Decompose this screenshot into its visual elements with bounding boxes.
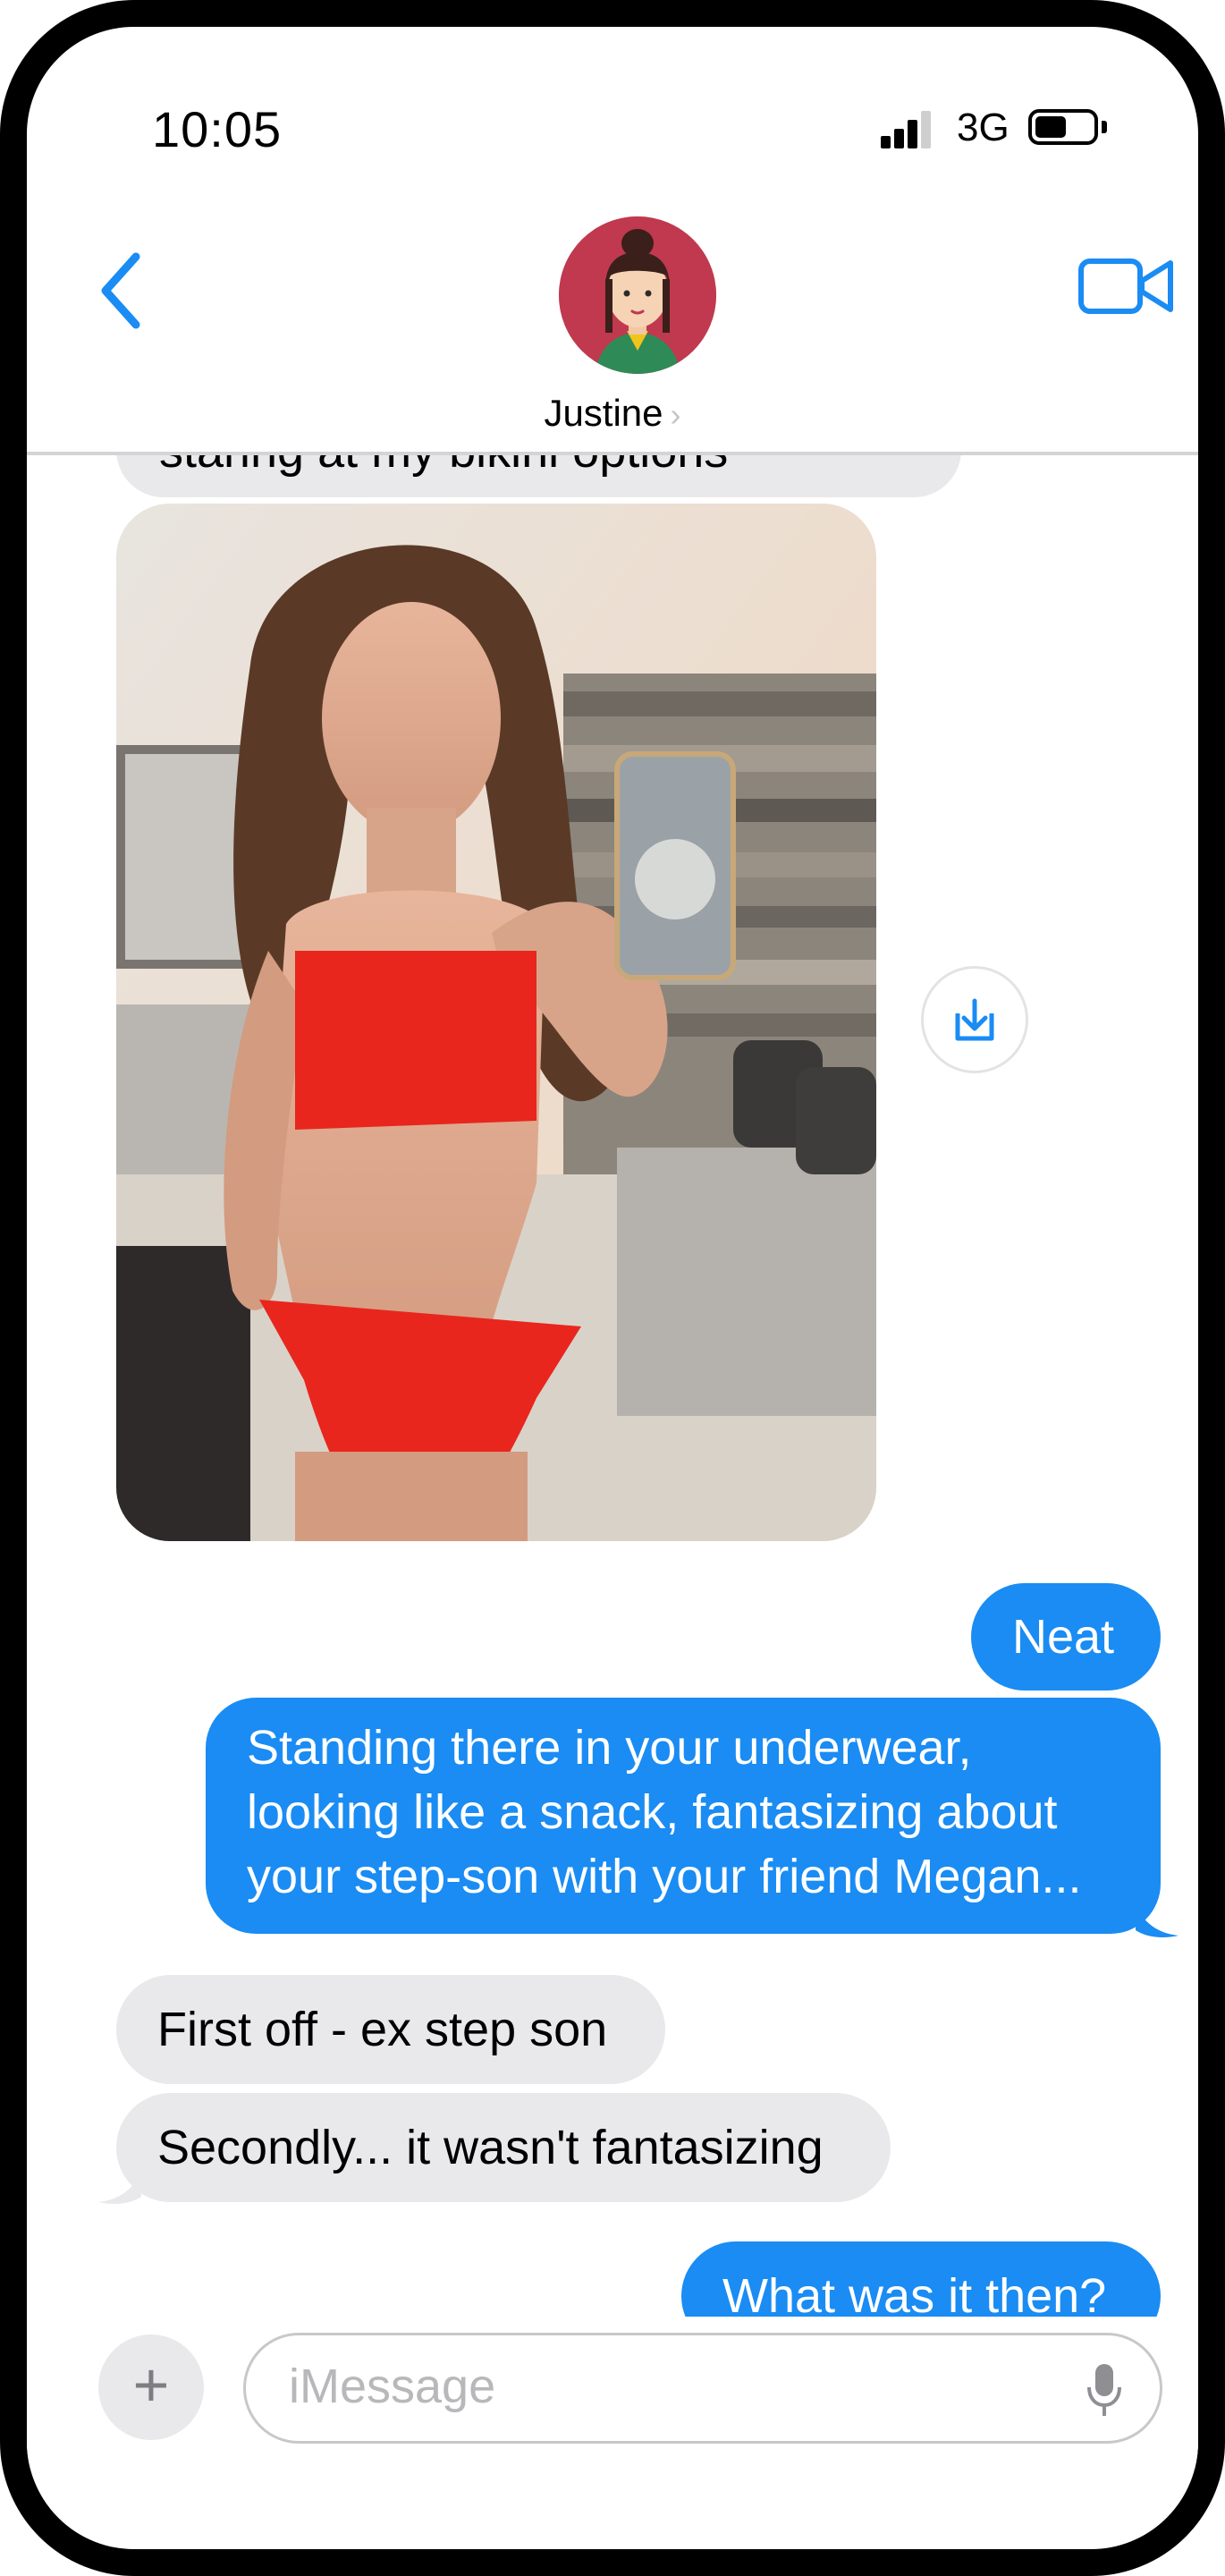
message-text: First off - ex step son [157, 2003, 608, 2056]
conversation-header: Justine › [27, 206, 1198, 455]
plus-icon: + [132, 2350, 170, 2419]
microphone-icon[interactable] [1086, 2362, 1122, 2419]
bubble-tail [1136, 1905, 1179, 1937]
save-photo-button[interactable] [921, 966, 1028, 1073]
network-type: 3G [957, 106, 1010, 149]
status-bar: 10:05 3G [27, 27, 1198, 206]
message-incoming: Secondly... it wasn't fantasizing [116, 2093, 891, 2202]
message-outgoing-partial: What was it then? [681, 2241, 1161, 2317]
message-line: Standing there in your underwear, [247, 1721, 972, 1775]
phone-frame: staring at my bikini options [0, 0, 1225, 2576]
message-input-placeholder: iMessage [289, 2360, 496, 2413]
chevron-left-icon[interactable] [89, 246, 161, 335]
avatar[interactable] [559, 216, 716, 374]
message-outgoing: Standing there in your underwear, lookin… [206, 1698, 1161, 1934]
bubble-tail [98, 2172, 141, 2204]
battery-cap [1102, 121, 1107, 133]
save-photo-icon [955, 998, 994, 1041]
contact-name: Justine [544, 392, 663, 434]
message-text: Neat [1012, 1610, 1115, 1664]
message-incoming: First off - ex step son [116, 1975, 665, 2084]
message-text: What was it then? [722, 2269, 1107, 2317]
message-line: your step-son with your friend Megan... [247, 1850, 1082, 1903]
battery-icon [1028, 109, 1098, 145]
contact-name-row[interactable]: Justine › [27, 392, 1198, 435]
photo-image [116, 504, 876, 1541]
incoming-photo[interactable] [116, 504, 876, 1541]
signal-icon [881, 109, 934, 148]
message-line: looking like a snack, fantasizing about [247, 1785, 1058, 1839]
message-outgoing: Neat [971, 1583, 1161, 1690]
message-input[interactable]: iMessage [243, 2333, 1162, 2444]
message-text: Secondly... it wasn't fantasizing [157, 2121, 824, 2174]
video-camera-icon[interactable] [1077, 250, 1176, 322]
apps-button[interactable]: + [98, 2334, 204, 2440]
avatar-illustration [559, 216, 716, 374]
chevron-right-icon: › [670, 396, 681, 433]
status-time: 10:05 [152, 101, 283, 157]
